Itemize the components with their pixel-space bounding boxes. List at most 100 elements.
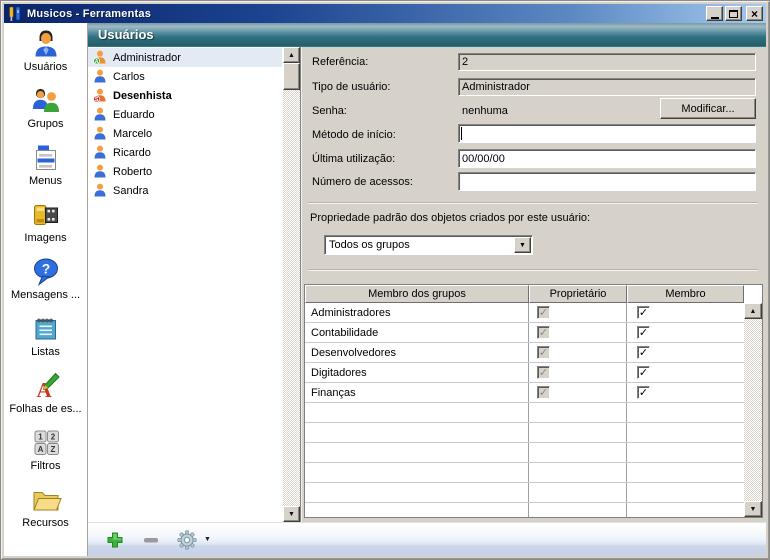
- start-method-input[interactable]: [458, 124, 756, 143]
- owner-cell: ✓: [529, 323, 627, 342]
- svg-text:?: ?: [41, 261, 50, 277]
- sidebar-item-folhas[interactable]: A Folhas de es...: [4, 370, 87, 427]
- user-name: Marcelo: [113, 128, 152, 140]
- minimize-icon: [711, 17, 719, 19]
- default-property-label: Propriedade padrão dos objetos criados p…: [310, 212, 590, 224]
- groups-icon: [30, 85, 62, 117]
- user-list-item[interactable]: Marcelo: [88, 124, 282, 143]
- member-checkbox[interactable]: ✓: [637, 366, 650, 379]
- group-name: Digitadores: [311, 367, 367, 379]
- user-person-icon: [93, 107, 107, 122]
- sidebar: Usuários Grupos Menus Imagens ? Mens: [4, 23, 88, 556]
- sidebar-item-menus[interactable]: Menus: [4, 142, 87, 199]
- table-row-empty[interactable]: [305, 423, 744, 443]
- column-header-group[interactable]: Membro dos grupos: [305, 285, 529, 303]
- user-list-item[interactable]: Carlos: [88, 67, 282, 86]
- scrollbar-track[interactable]: [744, 319, 762, 501]
- user-name: Ricardo: [113, 147, 151, 159]
- user-person-icon: A: [93, 50, 107, 65]
- table-row-empty[interactable]: [305, 503, 744, 517]
- add-user-button[interactable]: [104, 529, 126, 551]
- user-list-item[interactable]: S Desenhista: [88, 86, 282, 105]
- last-use-input[interactable]: [458, 149, 756, 168]
- column-header-owner[interactable]: Proprietário: [529, 285, 627, 303]
- modify-password-button[interactable]: Modificar...: [660, 98, 756, 119]
- images-icon: [30, 199, 62, 231]
- user-list-item[interactable]: Sandra: [88, 181, 282, 200]
- scroll-up-button[interactable]: ▲: [744, 303, 762, 319]
- sidebar-item-label: Mensagens ...: [11, 289, 80, 301]
- member-checkbox[interactable]: ✓: [637, 326, 650, 339]
- table-row[interactable]: Contabilidade ✓ ✓: [305, 323, 744, 343]
- scrollbar-track[interactable]: [283, 63, 300, 506]
- divider: [308, 202, 758, 204]
- settings-menu-caret[interactable]: ▼: [204, 536, 211, 543]
- settings-button[interactable]: [176, 529, 198, 551]
- table-row-empty[interactable]: [305, 463, 744, 483]
- owner-cell: ✓: [529, 343, 627, 362]
- owner-checkbox[interactable]: ✓: [537, 386, 550, 399]
- titlebar[interactable]: Musicos - Ferramentas ×: [4, 4, 766, 23]
- member-checkbox[interactable]: ✓: [637, 386, 650, 399]
- panel-title: Usuários: [98, 27, 154, 42]
- sidebar-item-mensagens[interactable]: ? Mensagens ...: [4, 256, 87, 313]
- table-row-empty[interactable]: [305, 443, 744, 463]
- user-list-item[interactable]: Eduardo: [88, 105, 282, 124]
- owner-checkbox[interactable]: ✓: [537, 326, 550, 339]
- user-list-scrollbar[interactable]: ▲ ▼: [283, 47, 300, 522]
- user-list-item[interactable]: Ricardo: [88, 143, 282, 162]
- remove-user-button[interactable]: [140, 529, 162, 551]
- menus-icon: [30, 142, 62, 174]
- member-cell: ✓: [627, 383, 744, 402]
- minimize-button[interactable]: [706, 6, 723, 21]
- user-name: Carlos: [113, 71, 145, 83]
- owner-checkbox[interactable]: ✓: [537, 306, 550, 319]
- sidebar-item-label: Usuários: [24, 61, 67, 73]
- access-count-input[interactable]: [458, 172, 756, 191]
- window-title: Musicos - Ferramentas: [27, 8, 706, 20]
- groups-table-scrollbar[interactable]: ▲ ▼: [744, 303, 762, 517]
- table-row[interactable]: Administradores ✓ ✓: [305, 303, 744, 323]
- window-controls: ×: [706, 6, 763, 21]
- table-row[interactable]: Finanças ✓ ✓: [305, 383, 744, 403]
- sidebar-item-usuarios[interactable]: Usuários: [4, 28, 87, 85]
- column-header-member[interactable]: Membro: [627, 285, 744, 303]
- bottom-toolbar: ▼: [88, 522, 766, 556]
- access-count-label: Número de acessos:: [312, 176, 413, 188]
- default-group-dropdown[interactable]: Todos os grupos ▼: [324, 235, 533, 255]
- table-row[interactable]: Digitadores ✓ ✓: [305, 363, 744, 383]
- sidebar-item-recursos[interactable]: Recursos: [4, 484, 87, 541]
- table-row-empty[interactable]: [305, 403, 744, 423]
- lists-icon: [30, 313, 62, 345]
- close-button[interactable]: ×: [746, 6, 763, 21]
- sidebar-item-label: Folhas de es...: [9, 403, 81, 415]
- groups-table-body: Administradores ✓ ✓ Contabilidade ✓ ✓ De…: [305, 303, 744, 517]
- sidebar-item-filtros[interactable]: 1 2 A Z Filtros: [4, 427, 87, 484]
- sidebar-item-imagens[interactable]: Imagens: [4, 199, 87, 256]
- text-caret: [461, 127, 462, 140]
- details-panel: Referência: Tipo de usuário: Senha: Méto…: [301, 47, 766, 522]
- maximize-button[interactable]: [725, 6, 742, 21]
- user-person-icon: [93, 164, 107, 179]
- group-name-cell: Digitadores: [305, 363, 529, 382]
- scroll-down-button[interactable]: ▼: [744, 501, 762, 517]
- scroll-up-button[interactable]: ▲: [283, 47, 300, 63]
- gear-icon: [177, 530, 197, 550]
- scroll-down-button[interactable]: ▼: [283, 506, 300, 522]
- user-list-item[interactable]: A Administrador: [88, 48, 282, 67]
- user-list-item[interactable]: Roberto: [88, 162, 282, 181]
- user-name: Sandra: [113, 185, 148, 197]
- groups-table: Membro dos grupos Proprietário Membro Ad…: [304, 284, 763, 518]
- owner-checkbox[interactable]: ✓: [537, 346, 550, 359]
- member-checkbox[interactable]: ✓: [637, 346, 650, 359]
- table-row[interactable]: Desenvolvedores ✓ ✓: [305, 343, 744, 363]
- member-checkbox[interactable]: ✓: [637, 306, 650, 319]
- table-row-empty[interactable]: [305, 483, 744, 503]
- sidebar-item-listas[interactable]: Listas: [4, 313, 87, 370]
- sidebar-item-grupos[interactable]: Grupos: [4, 85, 87, 142]
- scrollbar-thumb[interactable]: [283, 63, 300, 90]
- group-name: Contabilidade: [311, 327, 378, 339]
- owner-checkbox[interactable]: ✓: [537, 366, 550, 379]
- dropdown-arrow-button[interactable]: ▼: [514, 237, 531, 253]
- password-label: Senha:: [312, 105, 347, 117]
